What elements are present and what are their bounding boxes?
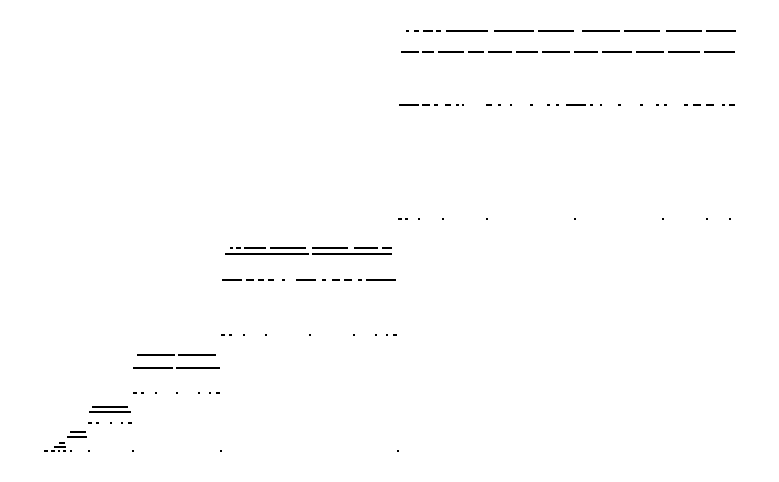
dash-band-large <box>398 30 736 220</box>
page-canvas <box>0 0 779 482</box>
dash-band-small <box>44 354 399 452</box>
fractal-dot-pattern <box>44 30 736 452</box>
dash-band-medium <box>221 247 397 336</box>
